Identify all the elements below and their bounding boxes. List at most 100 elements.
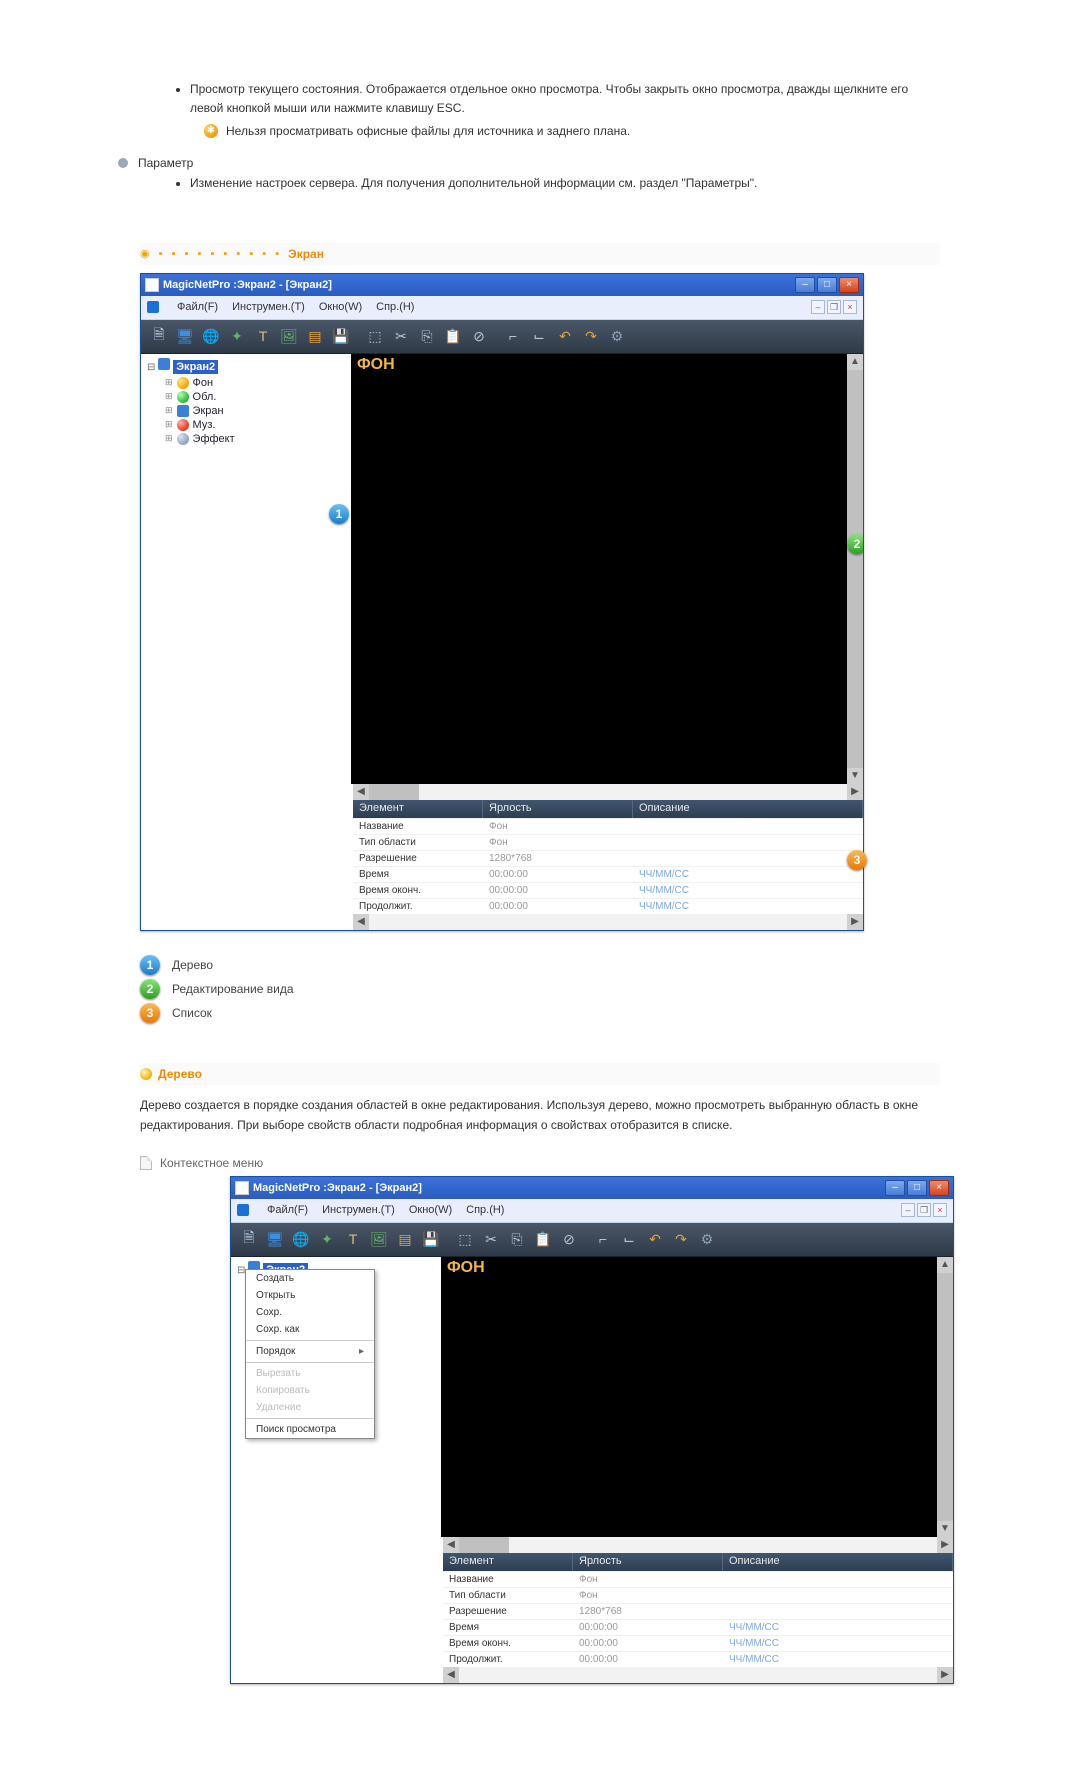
table-row[interactable]: Тип областиФон [443,1587,953,1603]
tool-save-icon[interactable]: 💾 [419,1227,443,1251]
table-row[interactable]: Время оконч.00:00:00ЧЧ/ММ/СС [353,882,863,898]
minimize-button[interactable]: – [795,277,815,293]
tool-cursor-icon[interactable]: ⬚ [363,324,387,348]
tool-align2-icon[interactable]: ⌙ [527,324,551,348]
tool-text-icon[interactable]: T [251,324,275,348]
context-menu-item[interactable]: Создать [246,1270,374,1287]
mdi-min-button[interactable]: – [901,1203,915,1217]
menu-tools[interactable]: Инструмен.(T) [322,1204,395,1216]
tool-copy-icon[interactable]: ⎘ [415,324,439,348]
tool-layers-icon[interactable]: ▤ [393,1227,417,1251]
mdi-min-button[interactable]: – [811,300,825,314]
tool-align1-icon[interactable]: ⌐ [501,324,525,348]
tool-star-icon[interactable]: ✦ [315,1227,339,1251]
minimize-button[interactable]: – [885,1180,905,1196]
table-row[interactable]: Время00:00:00ЧЧ/ММ/СС [353,866,863,882]
tool-new-icon[interactable]: 🗎 [237,1227,261,1251]
list-header-value[interactable]: Ярлость [483,800,633,818]
scroll-right-icon[interactable]: ▶ [847,914,863,930]
tool-redo-icon[interactable]: ↷ [669,1227,693,1251]
list-scrollbar[interactable]: ◀▶ [443,1667,953,1683]
list-scrollbar[interactable]: ◀ ▶ [353,914,863,930]
tool-globe-icon[interactable]: 🌐 [199,324,223,348]
table-row[interactable]: Разрешение1280*768 [353,850,863,866]
tool-paste-icon[interactable]: 📋 [531,1227,555,1251]
tool-new-icon[interactable]: 🗎 [147,324,171,348]
tree-item[interactable]: ⊞Фон [165,376,345,390]
tool-layers-icon[interactable]: ▤ [303,324,327,348]
context-menu-item[interactable]: Открыть [246,1287,374,1304]
menu-help[interactable]: Спр.(H) [376,301,414,313]
tool-monitor-icon[interactable]: 🖥 [173,324,197,348]
close-button[interactable]: × [839,277,859,293]
list-header-desc[interactable]: Описание [633,800,863,818]
tool-delete-icon[interactable]: ⊘ [467,324,491,348]
tool-align2-icon[interactable]: ⌙ [617,1227,641,1251]
scroll-right-icon[interactable]: ▶ [847,784,863,800]
context-menu-item[interactable]: Сохр. как [246,1321,374,1338]
table-row[interactable]: Тип областиФон [353,834,863,850]
menu-window[interactable]: Окно(W) [319,301,362,313]
vertical-scrollbar[interactable]: ▲ ▼ [847,354,863,784]
canvas-panel[interactable]: ФОН ▲▼ [443,1257,953,1537]
tool-delete-icon[interactable]: ⊘ [557,1227,581,1251]
vertical-scrollbar[interactable]: ▲▼ [937,1257,953,1537]
table-row[interactable]: Время оконч.00:00:00ЧЧ/ММ/СС [443,1635,953,1651]
tree-item[interactable]: ⊞Экран [165,404,345,418]
context-menu-item[interactable]: Порядок [246,1343,374,1360]
tool-cut-icon[interactable]: ✂ [389,324,413,348]
context-menu-item[interactable]: Поиск просмотра [246,1421,374,1438]
scroll-thumb-h[interactable] [369,784,419,800]
mdi-restore-button[interactable]: ❐ [827,300,841,314]
list-header-element[interactable]: Элемент [443,1553,573,1571]
tool-undo-icon[interactable]: ↶ [643,1227,667,1251]
tool-undo-icon[interactable]: ↶ [553,324,577,348]
maximize-button[interactable]: □ [817,277,837,293]
tool-redo-icon[interactable]: ↷ [579,324,603,348]
horizontal-scrollbar[interactable]: ◀▶ [443,1537,953,1553]
tool-image-icon[interactable]: 🖼 [367,1227,391,1251]
tool-globe-icon[interactable]: 🌐 [289,1227,313,1251]
tool-align1-icon[interactable]: ⌐ [591,1227,615,1251]
list-header-value[interactable]: Ярлость [573,1553,723,1571]
tool-gear-icon[interactable]: ⚙ [605,324,629,348]
scroll-left-icon[interactable]: ◀ [353,784,369,800]
menu-file[interactable]: Файл(F) [177,301,218,313]
table-row[interactable]: Продолжит.00:00:00ЧЧ/ММ/СС [443,1651,953,1667]
close-button[interactable]: × [929,1180,949,1196]
context-menu-item[interactable]: Сохр. [246,1304,374,1321]
table-row[interactable]: Разрешение1280*768 [443,1603,953,1619]
table-row[interactable]: НазваниеФон [353,818,863,834]
list-header-element[interactable]: Элемент [353,800,483,818]
list-header-desc[interactable]: Описание [723,1553,953,1571]
menu-help[interactable]: Спр.(H) [466,1204,504,1216]
maximize-button[interactable]: □ [907,1180,927,1196]
tool-cursor-icon[interactable]: ⬚ [453,1227,477,1251]
mdi-restore-button[interactable]: ❐ [917,1203,931,1217]
tree-root-label[interactable]: Экран2 [173,360,218,374]
scroll-down-icon[interactable]: ▼ [847,768,863,784]
tool-save-icon[interactable]: 💾 [329,324,353,348]
tool-star-icon[interactable]: ✦ [225,324,249,348]
menu-file[interactable]: Файл(F) [267,1204,308,1216]
tool-cut-icon[interactable]: ✂ [479,1227,503,1251]
menu-tools[interactable]: Инструмен.(T) [232,301,305,313]
context-menu[interactable]: СоздатьОткрытьСохр.Сохр. какПорядокВырез… [245,1269,375,1439]
tool-monitor-icon[interactable]: 🖥 [263,1227,287,1251]
titlebar[interactable]: MagicNetPro :Экран2 - [Экран2] – □ × [141,274,863,296]
tree-item[interactable]: ⊞Муз. [165,418,345,432]
scroll-thumb[interactable] [847,370,863,768]
table-row[interactable]: Продолжит.00:00:00ЧЧ/ММ/СС [353,898,863,914]
mdi-close-button[interactable]: × [933,1203,947,1217]
mdi-close-button[interactable]: × [843,300,857,314]
horizontal-scrollbar[interactable]: ◀ ▶ [353,784,863,800]
tool-image-icon[interactable]: 🖼 [277,324,301,348]
titlebar[interactable]: MagicNetPro :Экран2 - [Экран2] – □ × [231,1177,953,1199]
scroll-up-icon[interactable]: ▲ [847,354,863,370]
canvas-panel[interactable]: ФОН ▲ ▼ 2 [353,354,863,784]
menu-window[interactable]: Окно(W) [409,1204,452,1216]
tool-gear-icon[interactable]: ⚙ [695,1227,719,1251]
scroll-left-icon[interactable]: ◀ [353,914,369,930]
tool-copy-icon[interactable]: ⎘ [505,1227,529,1251]
tree-item[interactable]: ⊞Обл. [165,390,345,404]
